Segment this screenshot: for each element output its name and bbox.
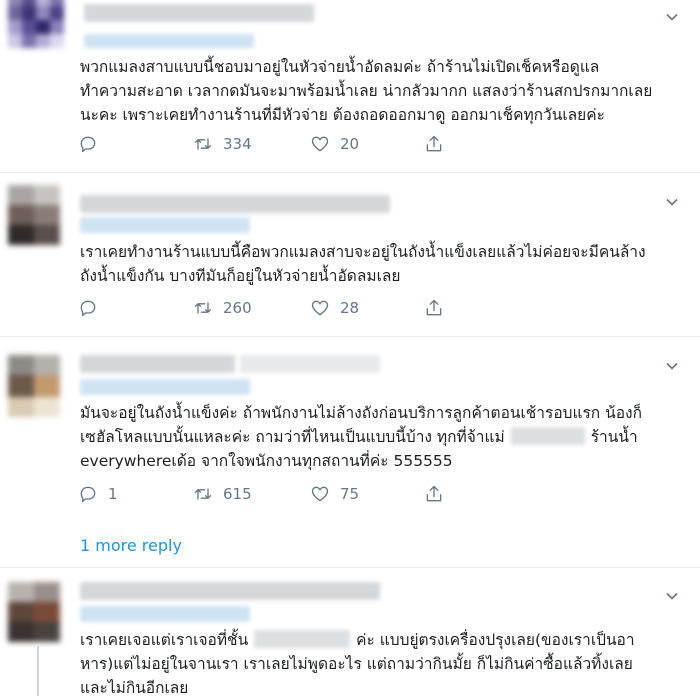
redacted-text (254, 630, 351, 648)
retweet-button[interactable]: 615 (193, 482, 252, 506)
like-button[interactable]: 28 (310, 296, 359, 320)
like-icon (311, 486, 329, 502)
tweet-actions: 260 28 (78, 296, 498, 320)
more-reply-link[interactable]: 1 more reply (80, 536, 182, 555)
tweet-actions: 334 20 (78, 132, 498, 156)
chevron-down-icon[interactable] (664, 9, 680, 25)
retweet-icon (194, 302, 212, 314)
reply-icon (80, 300, 96, 317)
retweet-button[interactable]: 334 (193, 132, 252, 156)
username-blurred[interactable] (80, 355, 235, 373)
share-icon (426, 299, 442, 316)
reply-icon (80, 486, 96, 503)
share-button[interactable] (424, 482, 444, 506)
handle-blurred[interactable] (80, 606, 250, 622)
reply-button[interactable] (78, 296, 108, 320)
thread-line (37, 646, 39, 696)
retweet-icon (194, 488, 212, 500)
tweet-4[interactable]: เราเคยเจอแต่เราเจอที่ชั้น ค่ะ แบบยู่ตรงเค… (0, 568, 700, 697)
avatar[interactable] (8, 582, 60, 642)
share-icon (426, 135, 442, 152)
chevron-down-icon[interactable] (664, 588, 680, 604)
handle-blurred[interactable] (80, 217, 250, 233)
avatar[interactable] (8, 355, 60, 417)
like-button[interactable]: 75 (310, 482, 359, 506)
tweet-text: เราเคยทำงานร้านแบบนี้คือพวกแมลงสาบจะอยู่… (80, 243, 646, 285)
like-button[interactable]: 20 (310, 132, 359, 156)
username-blurred[interactable] (80, 195, 390, 213)
tweet-3[interactable]: มันจะอยู่ในถังน้ำแข็งค่ะ ถ้าพนักงานไม่ล้… (0, 337, 700, 567)
handle-blurred[interactable] (84, 34, 254, 48)
like-icon (311, 136, 329, 152)
retweet-icon (194, 138, 212, 150)
share-icon (426, 485, 442, 502)
tweet-2[interactable]: เราเคยทำงานร้านแบบนี้คือพวกแมลงสาบจะอยู่… (0, 173, 700, 336)
username-blurred[interactable] (84, 4, 314, 22)
chevron-down-icon[interactable] (664, 358, 680, 374)
reply-icon (80, 136, 96, 153)
retweet-button[interactable]: 260 (193, 296, 252, 320)
username-blurred[interactable] (80, 582, 380, 600)
tweet-1[interactable]: พวกแมลงสาบแบบนี้ชอบมาอยู่ในหัวจ่ายน้ำอัด… (0, 0, 700, 172)
tweet-text: มันจะอยู่ในถังน้ำแข็งค่ะ ถ้าพนักงานไม่ล้… (80, 404, 642, 470)
chevron-down-icon[interactable] (664, 194, 680, 210)
avatar[interactable] (8, 185, 60, 245)
username-blurred-extra[interactable] (240, 355, 380, 373)
handle-blurred[interactable] (80, 379, 250, 395)
tweet-text: เราเคยเจอแต่เราเจอที่ชั้น ค่ะ แบบยู่ตรงเค… (80, 630, 635, 697)
avatar[interactable] (8, 0, 66, 50)
reply-button[interactable] (78, 132, 108, 156)
tweet-text: พวกแมลงสาบแบบนี้ชอบมาอยู่ในหัวจ่ายน้ำอัด… (80, 58, 653, 124)
like-icon (311, 300, 329, 316)
share-button[interactable] (424, 132, 444, 156)
redacted-text (510, 427, 585, 445)
reply-button[interactable]: 1 (78, 482, 118, 506)
share-button[interactable] (424, 296, 444, 320)
tweet-actions: 1 615 75 (78, 482, 498, 506)
